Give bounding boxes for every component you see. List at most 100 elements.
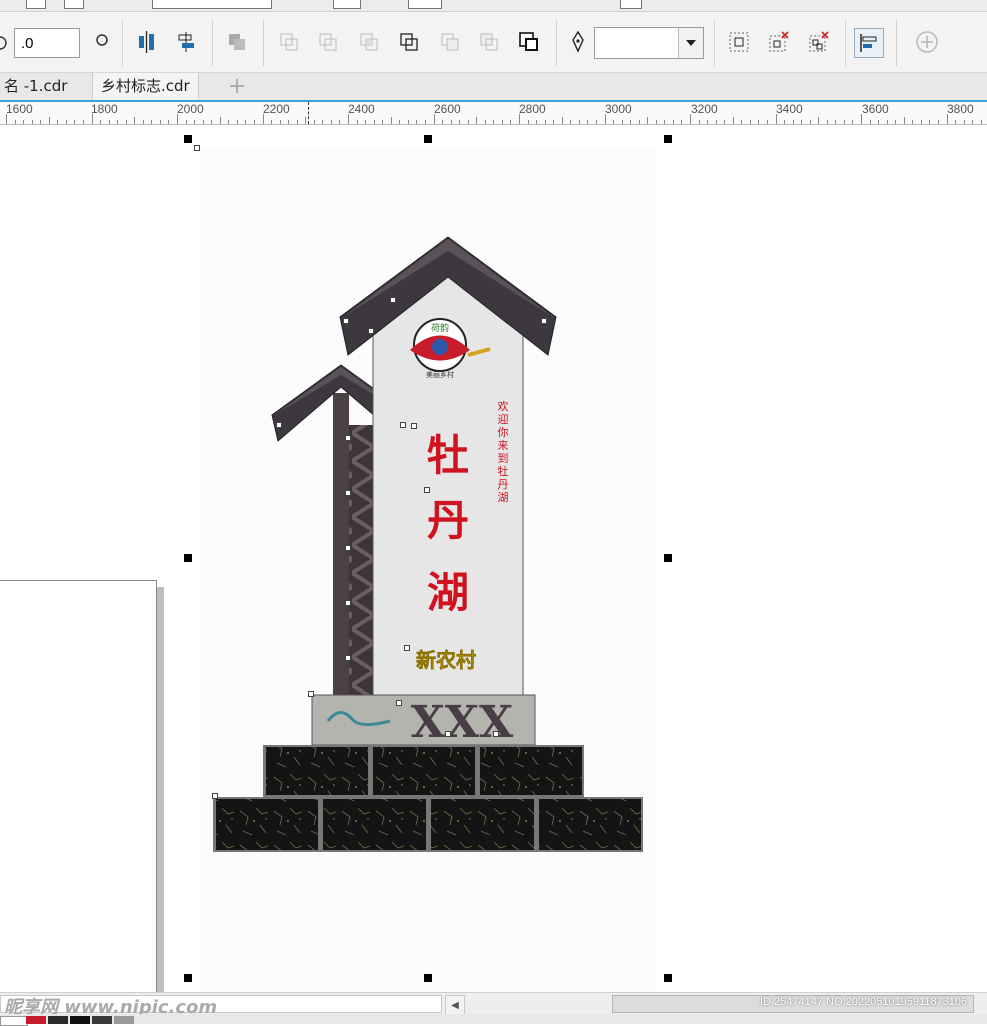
ruler-tick (442, 120, 444, 124)
path-node[interactable] (368, 328, 374, 334)
pen-nib-icon[interactable] (564, 28, 592, 56)
ruler-tick (296, 120, 298, 124)
front-minus-back-icon[interactable] (436, 28, 464, 56)
path-node[interactable] (345, 600, 351, 606)
ruler-tick (194, 120, 196, 124)
path-node[interactable] (343, 318, 349, 324)
path-node[interactable] (396, 700, 402, 706)
palette-swatch[interactable] (0, 1016, 28, 1026)
path-node[interactable] (541, 318, 547, 324)
side-char: 来 (498, 439, 509, 452)
ungroup-all-icon[interactable] (805, 28, 833, 56)
separator (263, 20, 264, 66)
ruler-label: 3000 (605, 102, 632, 116)
plaque-text: XXX (411, 697, 514, 748)
tab-document-1[interactable]: 名 -1.cdr (0, 73, 71, 100)
path-node[interactable] (345, 655, 351, 661)
ruler-tick (142, 120, 144, 124)
path-node[interactable] (212, 793, 218, 799)
path-node[interactable] (493, 731, 499, 737)
toolbar-stub[interactable] (333, 0, 361, 9)
ruler-tick (31, 120, 33, 124)
side-char: 湖 (498, 491, 509, 504)
trim-icon[interactable] (314, 28, 342, 56)
lattice-panel (349, 425, 373, 695)
outline-width-dropdown[interactable] (594, 27, 704, 59)
path-node[interactable] (445, 731, 451, 737)
ruler-tick (390, 117, 392, 124)
angle-input[interactable]: .0 (14, 28, 80, 58)
tab-village-sign[interactable]: 乡村标志.cdr (92, 73, 199, 100)
toolbar-stub[interactable] (408, 0, 442, 9)
align-center-icon[interactable] (133, 28, 161, 56)
palette-swatch[interactable] (70, 1016, 90, 1024)
ungroup-icon[interactable] (765, 28, 793, 56)
toolbar-stub[interactable] (64, 0, 84, 9)
path-node[interactable] (345, 545, 351, 551)
distribute-icon[interactable] (172, 28, 200, 56)
path-node[interactable] (411, 423, 417, 429)
village-sign-artwork[interactable]: 荷韵 美丽乡村 牡 丹 湖 新农村 欢 迎 你 来 到 牡 丹 湖 XXX (0, 125, 987, 992)
ruler-tick (698, 120, 700, 124)
ruler-tick (219, 117, 221, 124)
ruler-tick (835, 120, 837, 124)
ruler-tick (955, 120, 957, 124)
ruler-tick (134, 117, 136, 124)
ruler-cursor-marker (308, 102, 309, 124)
path-node[interactable] (276, 422, 282, 428)
side-char: 欢 (498, 399, 509, 413)
align-panel-icon[interactable] (854, 28, 884, 58)
path-node[interactable] (390, 297, 396, 303)
document-tab-bar: 名 -1.cdr 乡村标志.cdr + (0, 73, 987, 102)
separator (896, 20, 897, 66)
chevron-down-icon[interactable] (678, 28, 703, 58)
ruler-tick (74, 120, 76, 124)
property-bar: .0 (0, 12, 987, 73)
path-node[interactable] (404, 645, 410, 651)
boundary-icon[interactable] (515, 28, 543, 56)
stone-base-lower (213, 797, 643, 852)
add-tab-button[interactable]: + (224, 73, 250, 100)
add-icon[interactable] (913, 28, 941, 56)
palette-swatch[interactable] (26, 1016, 46, 1024)
ruler-tick (407, 120, 409, 124)
ruler-tick (279, 120, 281, 124)
combine-icon[interactable] (223, 28, 251, 56)
ruler-tick (125, 120, 127, 124)
toolbar-stub[interactable] (620, 0, 642, 9)
group-icon[interactable] (725, 28, 753, 56)
palette-swatch[interactable] (48, 1016, 68, 1024)
ruler-tick (65, 120, 67, 124)
ruler-label: 1800 (91, 102, 118, 116)
ruler-tick (202, 120, 204, 124)
ruler-tick (305, 117, 307, 124)
ruler-tick (14, 120, 16, 124)
drawing-canvas[interactable]: 荷韵 美丽乡村 牡 丹 湖 新农村 欢 迎 你 来 到 牡 丹 湖 XXX (0, 125, 987, 992)
simplify-icon[interactable] (395, 28, 423, 56)
separator (714, 20, 715, 66)
side-char: 迎 (498, 413, 509, 426)
separator (556, 20, 557, 66)
scroll-left-arrow-icon[interactable]: ◀ (445, 995, 465, 1015)
weld-icon[interactable] (275, 28, 303, 56)
ruler-tick (895, 120, 897, 124)
separator (122, 20, 123, 66)
ruler-tick (236, 120, 238, 124)
palette-swatch[interactable] (92, 1016, 112, 1024)
palette-swatch[interactable] (114, 1016, 134, 1024)
ruler-tick (159, 120, 161, 124)
path-node[interactable] (345, 490, 351, 496)
back-minus-front-icon[interactable] (475, 28, 503, 56)
path-node[interactable] (400, 422, 406, 428)
top-toolbar-strip (0, 0, 987, 12)
horizontal-scrollbar[interactable]: 昵享网 www.nipic.com ◀ ID:25474147 NO:20220… (0, 992, 987, 1018)
ruler-tick (57, 120, 59, 124)
toolbar-field-stub[interactable] (152, 0, 272, 9)
ruler-tick (185, 120, 187, 124)
intersect-icon[interactable] (355, 28, 383, 56)
horizontal-ruler[interactable]: 1600 1800 2000 2200 2400 2600 2800 3000 … (0, 102, 987, 125)
toolbar-stub[interactable] (26, 0, 46, 9)
path-node[interactable] (424, 487, 430, 493)
path-node[interactable] (308, 691, 314, 697)
path-node[interactable] (345, 435, 351, 441)
